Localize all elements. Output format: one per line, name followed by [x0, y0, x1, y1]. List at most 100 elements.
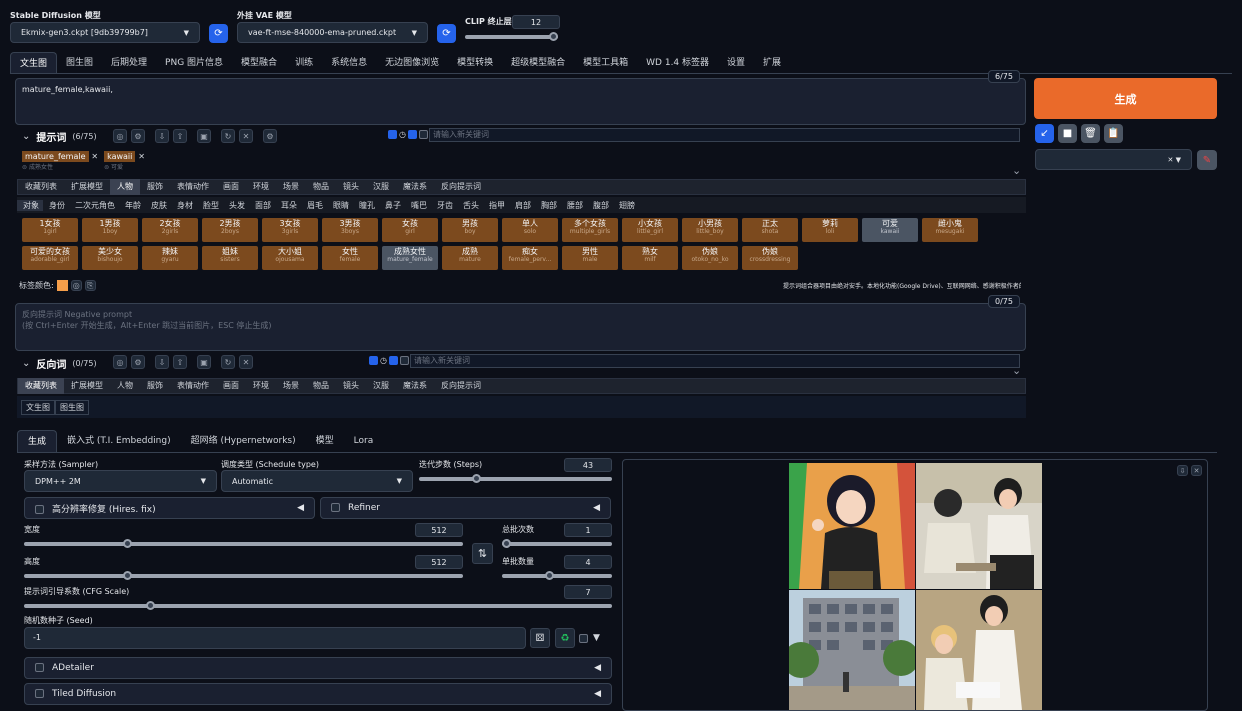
height-input[interactable]: 512: [415, 555, 463, 569]
category-tab[interactable]: 反向提示词: [434, 378, 488, 394]
tab-main[interactable]: PNG 图片信息: [156, 52, 232, 74]
tag-chip[interactable]: 姐妹 sisters: [202, 246, 258, 270]
category-tab[interactable]: 汉服: [366, 378, 396, 394]
category-tab[interactable]: 魔法系: [396, 179, 434, 195]
slider-thumb[interactable]: [502, 539, 511, 548]
tag-chip[interactable]: 多个女孩 multiple_girls: [562, 218, 618, 242]
tag-chip[interactable]: 小男孩 little_boy: [682, 218, 738, 242]
tab-main[interactable]: WD 1.4 标签器: [637, 52, 718, 74]
tab-main[interactable]: 模型工具箱: [574, 52, 637, 74]
import-icon[interactable]: ⇩: [155, 129, 169, 143]
category-tab[interactable]: 魔法系: [396, 378, 434, 394]
refresh-model-button[interactable]: ⟳: [209, 24, 228, 43]
category-tab[interactable]: 人物: [110, 378, 140, 394]
tag-chip[interactable]: 伪娘 otoko_no_ko: [682, 246, 738, 270]
tab-main[interactable]: 无边图像浏览: [376, 52, 448, 74]
batch-size-slider[interactable]: [502, 571, 612, 580]
subcategory-tab[interactable]: 肩部: [509, 200, 535, 211]
steps-slider[interactable]: [419, 474, 612, 483]
negative-subtab[interactable]: 图生图: [55, 399, 89, 415]
extra-seed-checkbox[interactable]: [579, 634, 588, 643]
category-tab[interactable]: 人物: [110, 179, 140, 195]
dice-icon[interactable]: ⚄: [530, 628, 550, 648]
triangle-down-icon[interactable]: ▼: [593, 633, 600, 643]
subcategory-tab[interactable]: 瞳孔: [353, 200, 379, 211]
tiled-checkbox[interactable]: [35, 689, 44, 698]
slider-thumb[interactable]: [122, 539, 132, 548]
delete-icon[interactable]: ✕: [239, 355, 253, 369]
category-tab[interactable]: 服饰: [140, 378, 170, 394]
settings-icon[interactable]: ⚙: [131, 355, 145, 369]
tab-main[interactable]: 后期处理: [102, 52, 156, 74]
copy-icon[interactable]: ⎘: [84, 280, 96, 291]
hires-checkbox[interactable]: [35, 504, 44, 514]
subcategory-tab[interactable]: 翅膀: [613, 200, 639, 211]
remove-tag-icon[interactable]: ✕: [91, 152, 98, 161]
tag-chip[interactable]: 美少女 bishoujo: [82, 246, 138, 270]
category-tab[interactable]: 汉服: [366, 179, 396, 195]
generate-button[interactable]: 生成: [1034, 78, 1217, 119]
tag-chip[interactable]: 小女孩 little_girl: [622, 218, 678, 242]
tag-chip[interactable]: 2女孩 2girls: [142, 218, 198, 242]
subcategory-tab[interactable]: 眉毛: [301, 200, 327, 211]
tab-main[interactable]: 训练: [286, 52, 322, 74]
tag-chip[interactable]: 痴女 female_perv...: [502, 246, 558, 270]
prompt-tag[interactable]: mature_female ✕ ⊜ 成熟女性: [22, 151, 98, 171]
slider-thumb[interactable]: [472, 474, 482, 483]
steps-input[interactable]: 43: [564, 458, 612, 472]
adetailer-checkbox[interactable]: [35, 663, 44, 672]
tag-chip[interactable]: 熟女 milf: [622, 246, 678, 270]
tab-generation[interactable]: 嵌入式 (T.I. Embedding): [57, 430, 181, 452]
subcategory-tab[interactable]: 眼睛: [327, 200, 353, 211]
tag-chip[interactable]: 2男孩 2boys: [202, 218, 258, 242]
cfg-slider[interactable]: [24, 601, 612, 610]
swap-dimensions-icon[interactable]: ⇅: [472, 543, 493, 564]
tag-chip[interactable]: 正太 shota: [742, 218, 798, 242]
slider-thumb[interactable]: [545, 571, 555, 580]
subcategory-tab[interactable]: 二次元角色: [69, 200, 119, 211]
negative-keyword-input[interactable]: 请输入新关键词: [410, 354, 1020, 368]
generated-image[interactable]: [916, 590, 1042, 710]
tag-chip[interactable]: 雌小鬼 mesugaki: [922, 218, 978, 242]
subcategory-tab[interactable]: 对象: [17, 199, 43, 211]
tab-generation[interactable]: 生成: [17, 430, 58, 452]
delete-icon[interactable]: ✕: [239, 129, 253, 143]
category-tab[interactable]: 环境: [246, 378, 276, 394]
subcategory-tab[interactable]: 身份: [43, 200, 69, 211]
tag-chip[interactable]: 3男孩 3boys: [322, 218, 378, 242]
slider-thumb[interactable]: [549, 32, 558, 41]
slider-thumb[interactable]: [122, 571, 132, 580]
close-icon[interactable]: ✕: [1191, 465, 1202, 476]
generated-image[interactable]: [789, 463, 915, 589]
subcategory-tab[interactable]: 头发: [223, 200, 249, 211]
category-tab[interactable]: 场景: [276, 179, 306, 195]
palette-icon[interactable]: ◎: [70, 280, 82, 291]
prompt-tag[interactable]: kawaii ✕ ⊜ 可爱: [104, 151, 145, 171]
slider-thumb[interactable]: [145, 601, 155, 610]
export-icon[interactable]: ⇧: [173, 129, 187, 143]
subcategory-tab[interactable]: 腹部: [587, 200, 613, 211]
height-slider[interactable]: [24, 571, 463, 580]
subcategory-tab[interactable]: 胸部: [535, 200, 561, 211]
tag-chip[interactable]: 辣妹 gyaru: [142, 246, 198, 270]
width-slider[interactable]: [24, 539, 463, 548]
checkbox-checked[interactable]: [388, 130, 397, 139]
generated-image[interactable]: [789, 590, 915, 710]
category-tab[interactable]: 表情动作: [170, 378, 216, 394]
tab-main[interactable]: 模型转换: [448, 52, 502, 74]
tag-chip[interactable]: 伪娘 crossdressing: [742, 246, 798, 270]
checkbox-checked[interactable]: [388, 356, 398, 365]
subcategory-tab[interactable]: 耳朵: [275, 200, 301, 211]
tag-chip[interactable]: 1女孩 1girl: [22, 218, 78, 242]
clip-slider[interactable]: [465, 32, 558, 41]
subcategory-tab[interactable]: 指甲: [483, 200, 509, 211]
recycle-icon[interactable]: ♻: [555, 628, 575, 648]
tag-chip[interactable]: 单人 solo: [502, 218, 558, 242]
tab-generation[interactable]: 模型: [306, 430, 344, 452]
tag-chip[interactable]: 萝莉 loli: [802, 218, 858, 242]
category-tab[interactable]: 物品: [306, 378, 336, 394]
download-icon[interactable]: ⇩: [1177, 465, 1188, 476]
schedule-select[interactable]: Automatic ▼: [221, 470, 413, 492]
expand-icon[interactable]: ⌄: [1012, 164, 1021, 177]
category-tab[interactable]: 环境: [246, 179, 276, 195]
